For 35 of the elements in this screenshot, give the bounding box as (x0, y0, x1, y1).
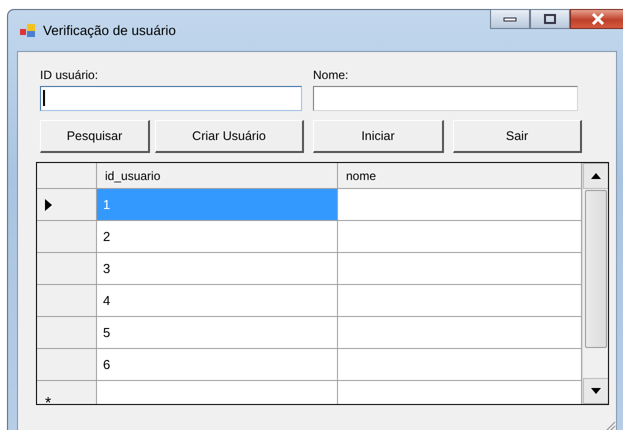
text-field[interactable] (40, 86, 302, 111)
scrollbar[interactable] (582, 163, 608, 404)
column-header[interactable]: nome (338, 163, 582, 189)
corner-header-cell[interactable] (37, 163, 97, 189)
table-cell[interactable]: 2 (97, 221, 338, 253)
table-cell[interactable]: 4 (97, 285, 338, 317)
action-button[interactable]: Pesquisar (40, 120, 150, 153)
row-header[interactable] (37, 189, 97, 221)
action-button[interactable]: Iniciar (313, 120, 444, 153)
new-row-marker: * (45, 396, 52, 404)
field-label: ID usuário: (40, 68, 100, 83)
resize-grip-icon[interactable] (604, 420, 616, 430)
scroll-down-button[interactable] (583, 378, 608, 404)
maximize-icon (543, 13, 557, 25)
window-app-icon (20, 24, 36, 38)
scrollbar-thumb[interactable] (585, 190, 607, 348)
maximize-button[interactable] (530, 9, 570, 29)
row-header[interactable]: * (37, 381, 97, 404)
minimize-button[interactable] (490, 9, 530, 29)
field-label: Nome: (313, 68, 350, 83)
text-field[interactable] (313, 86, 578, 111)
action-button[interactable]: Criar Usuário (155, 120, 304, 153)
table-cell[interactable]: 6 (97, 349, 338, 381)
scroll-up-button[interactable] (583, 163, 608, 189)
column-header[interactable]: id_usuario (97, 163, 338, 189)
table-cell[interactable]: 3 (97, 253, 338, 285)
current-row-icon (45, 198, 52, 210)
minimize-icon (503, 16, 517, 22)
action-button[interactable]: Sair (453, 120, 582, 153)
window-title: Verificação de usuário (43, 23, 176, 38)
down-arrow-icon (591, 388, 601, 394)
up-arrow-icon (591, 173, 601, 179)
close-icon (590, 13, 606, 25)
table-cell[interactable]: 5 (97, 317, 338, 349)
close-button[interactable] (570, 9, 623, 29)
